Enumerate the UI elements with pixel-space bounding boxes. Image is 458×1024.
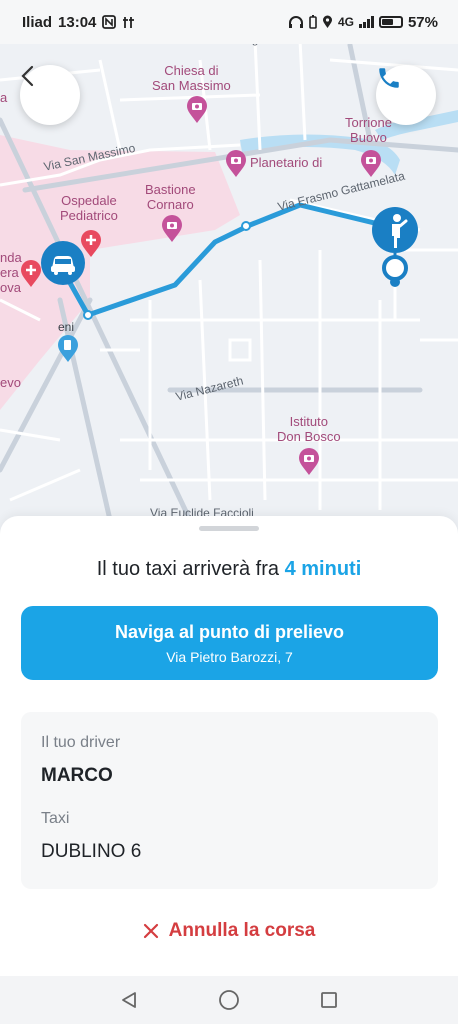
status-left: Iliad 13:04 (22, 14, 136, 31)
location-icon (322, 15, 332, 28)
back-button[interactable] (20, 65, 80, 125)
eta-prefix: Il tuo taxi arriverà fra (96, 558, 285, 580)
poi-label-line: Istituto (289, 414, 328, 429)
circle-home-icon[interactable] (218, 989, 240, 1011)
poi-label-line: Chiesa di (164, 63, 219, 78)
headphones-icon (288, 16, 303, 28)
camera-pin-icon[interactable] (225, 150, 247, 178)
camera-pin-icon[interactable] (186, 96, 208, 124)
poi-label-line: ova (0, 280, 21, 295)
battery-icon (378, 16, 403, 28)
poi-label-line: Ospedale (61, 193, 117, 208)
battery-saver-icon (309, 15, 317, 29)
hospital-pin-icon[interactable] (20, 260, 42, 288)
nfc-icon (102, 15, 117, 29)
phone-icon (379, 68, 399, 88)
call-driver-button[interactable] (376, 65, 436, 125)
taxi-label: Taxi (41, 810, 70, 827)
driver-label: Il tuo driver (41, 734, 121, 751)
taxi-id: DUBLINO 6 (41, 841, 142, 862)
camera-pin-icon[interactable] (298, 448, 320, 476)
taxi-marker-icon[interactable] (40, 240, 86, 286)
poi-label: nda era ova (0, 250, 22, 295)
chevron-left-icon (21, 65, 34, 87)
status-bar: Iliad 13:04 4G 57% (0, 0, 458, 44)
navigate-button-title: Naviga al punto di prelievo (114, 621, 345, 642)
poi-label: Torrione Buovo (345, 115, 392, 145)
poi-label-line: nda (0, 250, 22, 265)
triangle-back-icon[interactable] (119, 990, 139, 1010)
map-view[interactable]: Via Ognissanti Via San Massimo Via Erasm… (0, 0, 458, 560)
carrier-label: Iliad (22, 13, 53, 31)
poi-label-line: era (0, 265, 19, 280)
poi-label: Istituto Don Bosco (277, 414, 341, 444)
poi-label: Chiesa di San Massimo (152, 63, 231, 93)
square-recents-icon[interactable] (319, 990, 339, 1010)
camera-pin-icon[interactable] (161, 215, 183, 243)
driver-name: MARCO (41, 765, 113, 786)
pickup-address: Via Pietro Barozzi, 7 (166, 648, 293, 665)
signal-alt-icon (123, 17, 135, 28)
network-label: 4G (337, 15, 354, 29)
poi-label: Ospedale Pediatrico (60, 193, 118, 223)
poi-label-line: Buovo (350, 130, 387, 145)
cancel-ride-label: Annulla la corsa (168, 920, 316, 941)
poi-label-line: San Massimo (152, 78, 231, 93)
poi-label-line: Cornaro (146, 197, 194, 212)
driver-info-card: Il tuo driver MARCO Taxi DUBLINO 6 (21, 712, 438, 889)
eta-value: 4 minuti (284, 558, 362, 580)
pickup-person-icon[interactable] (370, 206, 420, 288)
fuel-pin-icon[interactable] (57, 335, 79, 363)
poi-label: evo (0, 375, 21, 390)
ride-status-sheet: Il tuo taxi arriverà fra 4 minuti Naviga… (0, 516, 458, 976)
close-icon (143, 923, 158, 939)
poi-label: eni (58, 320, 75, 334)
eta-message: Il tuo taxi arriverà fra 4 minuti (0, 558, 458, 581)
camera-pin-icon[interactable] (360, 150, 382, 178)
poi-label: a (0, 90, 8, 105)
signal-icon (358, 16, 374, 28)
battery-percent: 57% (407, 13, 438, 31)
poi-label-line: Don Bosco (277, 429, 341, 444)
poi-label-line: Bastione (145, 182, 196, 197)
sheet-drag-handle[interactable] (199, 526, 259, 531)
status-right: 4G 57% (288, 14, 438, 31)
poi-label: Planetario di (250, 155, 323, 170)
poi-label-line: Pediatrico (60, 208, 118, 223)
clock: 13:04 (58, 13, 97, 31)
cancel-ride-button[interactable]: Annulla la corsa (0, 920, 458, 942)
system-navigation-bar (0, 976, 458, 1024)
poi-label: Bastione Cornaro (145, 182, 196, 212)
navigate-to-pickup-button[interactable]: Naviga al punto di prelievo Via Pietro B… (21, 606, 438, 680)
